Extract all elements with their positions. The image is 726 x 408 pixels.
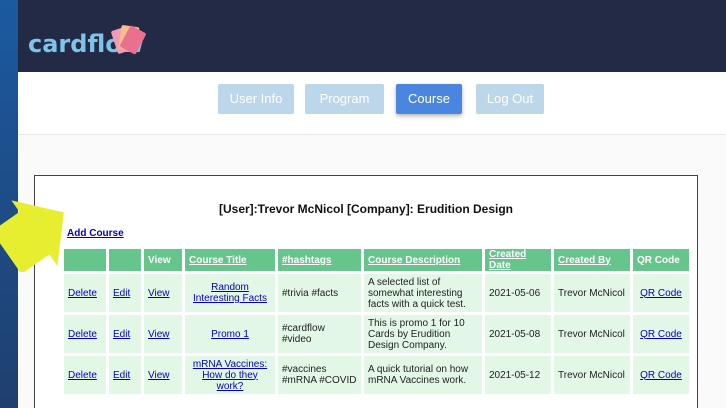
course-table: View Course Title #hashtags Course Descr… [61,246,692,397]
header-qr-code: QR Code [633,249,689,271]
created-by-cell: Trevor McNicol [554,274,630,312]
edit-link[interactable]: Edit [113,370,130,381]
nav-user-info-button[interactable]: User Info [218,84,294,114]
cards-logo-icon [111,25,146,55]
course-title-link[interactable]: Promo 1 [211,329,249,340]
sort-description-link[interactable]: Course Description [368,255,460,266]
header-created-by[interactable]: Created By [554,249,630,271]
view-link[interactable]: View [148,370,170,381]
table-row: Delete Edit View mRNA Vaccines: How do t… [64,356,689,394]
header-edit [109,249,141,271]
header-hashtags[interactable]: #hashtags [278,249,361,271]
qr-code-link[interactable]: QR Code [640,329,682,340]
course-title-link[interactable]: Random Interesting Facts [193,282,267,304]
description-cell: A quick tutorial on how mRNA Vaccines wo… [364,356,482,394]
delete-link[interactable]: Delete [68,288,97,299]
description-cell: This is promo 1 for 10 Cards by Eruditio… [364,315,482,353]
delete-link[interactable]: Delete [68,329,97,340]
header-view: View [144,249,182,271]
hashtags-cell: #vaccines #mRNA #COVID [278,356,361,394]
edit-link[interactable]: Edit [113,329,130,340]
created-by-cell: Trevor McNicol [554,315,630,353]
header-bar: cardflow [18,0,726,72]
qr-code-link[interactable]: QR Code [640,370,682,381]
created-by-cell: Trevor McNicol [554,356,630,394]
sort-created-date-link[interactable]: Created Date [489,249,526,271]
nav-program-button[interactable]: Program [305,84,384,114]
course-panel: [User]:Trevor McNicol [Company]: Eruditi… [34,175,698,408]
edit-link[interactable]: Edit [113,288,130,299]
table-row: Delete Edit View Random Interesting Fact… [64,274,689,312]
description-cell: A selected list of somewhat interesting … [364,274,482,312]
qr-code-link[interactable]: QR Code [640,288,682,299]
content-area: [User]:Trevor McNicol [Company]: Eruditi… [18,135,726,408]
table-header-row: View Course Title #hashtags Course Descr… [64,249,689,271]
nav-course-button[interactable]: Course [396,84,462,114]
created-date-cell: 2021-05-12 [485,356,551,394]
view-link[interactable]: View [148,288,170,299]
sort-hashtags-link[interactable]: #hashtags [282,255,331,266]
nav-logout-button[interactable]: Log Out [476,84,544,114]
sort-course-title-link[interactable]: Course Title [189,255,247,266]
created-date-cell: 2021-05-08 [485,315,551,353]
header-course-title[interactable]: Course Title [185,249,275,271]
header-created-date[interactable]: Created Date [485,249,551,271]
hashtags-cell: #cardflow #video [278,315,361,353]
view-link[interactable]: View [148,329,170,340]
app-window: cardflow User Info Program Course Log Ou… [18,0,726,408]
header-course-description[interactable]: Course Description [364,249,482,271]
created-date-cell: 2021-05-06 [485,274,551,312]
sort-created-by-link[interactable]: Created By [558,255,611,266]
delete-link[interactable]: Delete [68,370,97,381]
table-row: Delete Edit View Promo 1 #cardflow #vide… [64,315,689,353]
yellow-pointer-arrow-icon [0,200,64,272]
course-title-link[interactable]: mRNA Vaccines: How do they work? [193,359,267,392]
user-company-heading: [User]:Trevor McNicol [Company]: Eruditi… [218,202,514,216]
hashtags-cell: #trivia #facts [278,274,361,312]
nav-bar: User Info Program Course Log Out [18,72,726,135]
add-course-link[interactable]: Add Course [67,228,124,239]
